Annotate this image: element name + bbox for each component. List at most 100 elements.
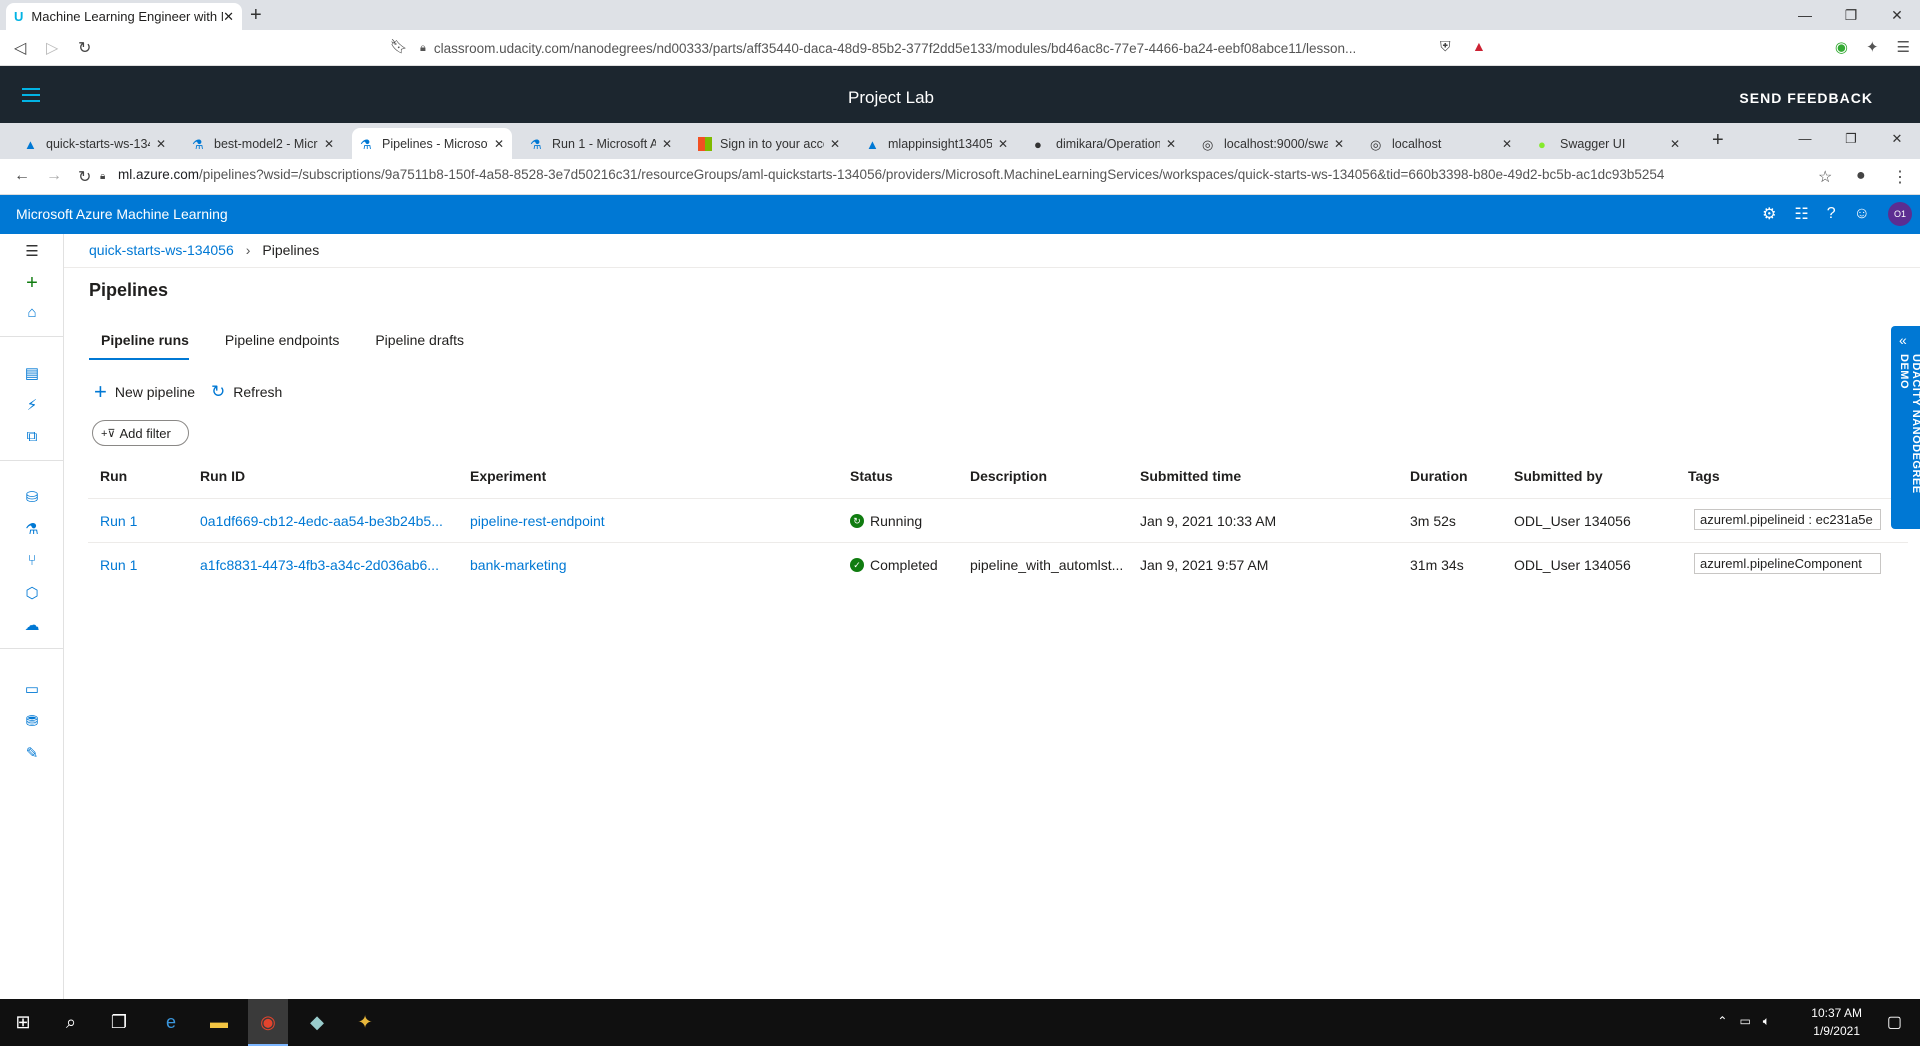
close-icon[interactable]: ✕ — [1502, 137, 1512, 151]
create-new-icon[interactable]: + — [22, 272, 42, 294]
settings-icon[interactable]: ⚙ — [1762, 204, 1776, 224]
inner-tab[interactable]: ▲ quick-starts-ws-134 ✕ — [16, 128, 174, 159]
close-icon[interactable]: ✕ — [998, 137, 1008, 151]
extension-status-icon[interactable]: ◉ — [1835, 38, 1848, 56]
tab-pipeline-endpoints[interactable]: Pipeline endpoints — [225, 332, 339, 360]
home-icon[interactable]: ⌂ — [22, 304, 42, 324]
brave-shield-icon[interactable]: ⛨ — [1440, 38, 1451, 55]
volume-icon[interactable]: 🔈︎ — [1763, 1014, 1770, 1029]
run-link[interactable]: Run 1 — [100, 513, 137, 529]
close-icon[interactable]: ✕ — [662, 137, 672, 151]
new-tab-button[interactable]: + — [250, 4, 262, 27]
star-icon[interactable]: ☆ — [1818, 167, 1832, 187]
profile-icon[interactable]: ● — [1856, 167, 1866, 185]
inner-tab[interactable]: ◎ localhost ✕ — [1362, 128, 1520, 159]
inner-new-tab-button[interactable]: + — [1712, 129, 1724, 152]
tag-chip[interactable]: azureml.pipelineComponent — [1694, 553, 1881, 574]
run-id-link[interactable]: 0a1df669-cb12-4edc-aa54-be3b24b5... — [200, 513, 450, 529]
add-filter-button[interactable]: +⊽ Add filter — [92, 420, 189, 446]
experiments-icon[interactable]: ⚗ — [22, 520, 42, 540]
outer-url-field[interactable]: 🔒︎ classroom.udacity.com/nanodegrees/nd0… — [420, 36, 1430, 60]
automated-ml-icon[interactable]: ⚡︎ — [22, 396, 42, 416]
bookmark-icon[interactable]: 🔖︎ — [390, 38, 408, 55]
run-link[interactable]: Run 1 — [100, 557, 137, 573]
close-icon[interactable]: ✕ — [223, 9, 234, 25]
help-icon[interactable]: ? — [1827, 205, 1836, 223]
inner-tab[interactable]: ● Swagger UI ✕ — [1530, 128, 1688, 159]
inner-tab[interactable]: ◎ localhost:9000/swag ✕ — [1194, 128, 1352, 159]
column-header[interactable]: Status — [850, 468, 893, 484]
column-header[interactable]: Experiment — [470, 468, 546, 484]
task-view-icon[interactable]: ❐ — [106, 1009, 132, 1035]
clock[interactable]: 10:37 AM 1/9/2021 — [1811, 1004, 1862, 1040]
avatar[interactable]: O1 — [1888, 202, 1912, 226]
tab-pipeline-drafts[interactable]: Pipeline drafts — [375, 332, 464, 360]
inner-tab[interactable]: ⚗ Run 1 - Microsoft A ✕ — [522, 128, 680, 159]
compute-icon[interactable]: ▭ — [22, 680, 42, 700]
reload-icon[interactable]: ↻ — [78, 167, 91, 187]
close-icon[interactable]: ✕ — [156, 137, 166, 151]
inner-tab[interactable]: Sign in to your acco ✕ — [690, 128, 848, 159]
column-header[interactable]: Run ID — [200, 468, 245, 484]
tag-chip[interactable]: azureml.pipelineid : ec231a5e — [1694, 509, 1881, 530]
experiment-link[interactable]: bank-marketing — [470, 557, 567, 573]
inner-tab[interactable]: ▲ mlappinsight13405 ✕ — [858, 128, 1016, 159]
close-icon[interactable]: ✕ — [1670, 137, 1680, 151]
udacity-demo-side-tab[interactable]: « UDACITY NANODEGREE DEMO — [1891, 326, 1920, 529]
table-row[interactable]: Run 1 0a1df669-cb12-4edc-aa54-be3b24b5..… — [88, 498, 1908, 542]
column-header[interactable]: Run — [100, 468, 127, 484]
column-header[interactable]: Tags — [1688, 468, 1720, 484]
inner-tab-active[interactable]: ⚗ Pipelines - Microsof ✕ — [352, 128, 512, 159]
back-icon[interactable]: ← — [14, 167, 30, 185]
network-icon[interactable]: ▭ — [1739, 1014, 1750, 1029]
close-icon[interactable]: ✕ — [1334, 137, 1344, 151]
windows-start-icon[interactable]: ⊞ — [10, 1009, 36, 1035]
breadcrumb-workspace[interactable]: quick-starts-ws-134056 — [89, 242, 234, 258]
pipelines-icon[interactable]: ⑂ — [22, 552, 42, 572]
inner-tab[interactable]: ● dimikara/Operation ✕ — [1026, 128, 1184, 159]
inner-url-field[interactable]: ml.azure.com/pipelines?wsid=/subscriptio… — [118, 167, 1664, 182]
close-icon[interactable]: ✕ — [1166, 137, 1176, 151]
file-explorer-icon[interactable]: ▬ — [206, 1009, 232, 1035]
experiment-link[interactable]: pipeline-rest-endpoint — [470, 513, 605, 529]
menu-icon[interactable]: ☰ — [1897, 38, 1910, 56]
chevron-up-icon[interactable]: ⌃ — [1717, 1014, 1727, 1029]
back-icon[interactable]: ◁ — [14, 38, 26, 58]
column-header[interactable]: Duration — [1410, 468, 1468, 484]
column-header[interactable]: Submitted time — [1140, 468, 1241, 484]
app-icon[interactable]: ◆ — [304, 1009, 330, 1035]
close-window-button[interactable]: ✕ — [1874, 0, 1920, 30]
refresh-button[interactable]: ↻ Refresh — [211, 382, 282, 402]
close-icon[interactable]: ✕ — [494, 137, 504, 151]
minimize-button[interactable]: — — [1782, 0, 1828, 30]
datasets-icon[interactable]: ⛁ — [22, 488, 42, 508]
close-icon[interactable]: ✕ — [830, 137, 840, 151]
azure-brand[interactable]: Microsoft Azure Machine Learning — [16, 206, 228, 222]
inner-tab[interactable]: ⚗ best-model2 - Micr ✕ — [184, 128, 342, 159]
app-icon[interactable]: ✦ — [352, 1009, 378, 1035]
extensions-icon[interactable]: ✦ — [1866, 38, 1879, 56]
run-id-link[interactable]: a1fc8831-4473-4fb3-a34c-2d036ab6... — [200, 557, 450, 573]
feedback-smiley-icon[interactable]: ☺ — [1854, 205, 1870, 223]
chrome-icon[interactable]: ◉ — [255, 1009, 281, 1035]
data-labeling-icon[interactable]: ✎ — [22, 744, 42, 764]
inner-restore-button[interactable]: ❐ — [1828, 123, 1874, 159]
internet-explorer-icon[interactable]: e — [158, 1009, 184, 1035]
designer-icon[interactable]: ⧉ — [22, 428, 42, 448]
close-icon[interactable]: ✕ — [324, 137, 334, 151]
reload-icon[interactable]: ↻ — [78, 38, 91, 58]
table-row[interactable]: Run 1 a1fc8831-4473-4fb3-a34c-2d036ab6..… — [88, 542, 1908, 586]
forward-icon[interactable]: → — [46, 167, 62, 185]
more-icon[interactable]: ⋮ — [1892, 167, 1908, 187]
forward-icon[interactable]: ▷ — [46, 38, 58, 58]
inner-close-window-button[interactable]: ✕ — [1874, 123, 1920, 159]
models-icon[interactable]: ⬡ — [22, 584, 42, 604]
tab-pipeline-runs[interactable]: Pipeline runs — [89, 332, 189, 360]
inner-minimize-button[interactable]: — — [1782, 123, 1828, 159]
new-pipeline-button[interactable]: + New pipeline — [94, 381, 195, 403]
outer-tab-udacity[interactable]: U Machine Learning Engineer with M ✕ — [6, 3, 242, 30]
restore-button[interactable]: ❐ — [1828, 0, 1874, 30]
notebooks-icon[interactable]: ▤ — [22, 364, 42, 384]
column-header[interactable]: Description — [970, 468, 1047, 484]
endpoints-icon[interactable]: ☁ — [22, 616, 42, 636]
